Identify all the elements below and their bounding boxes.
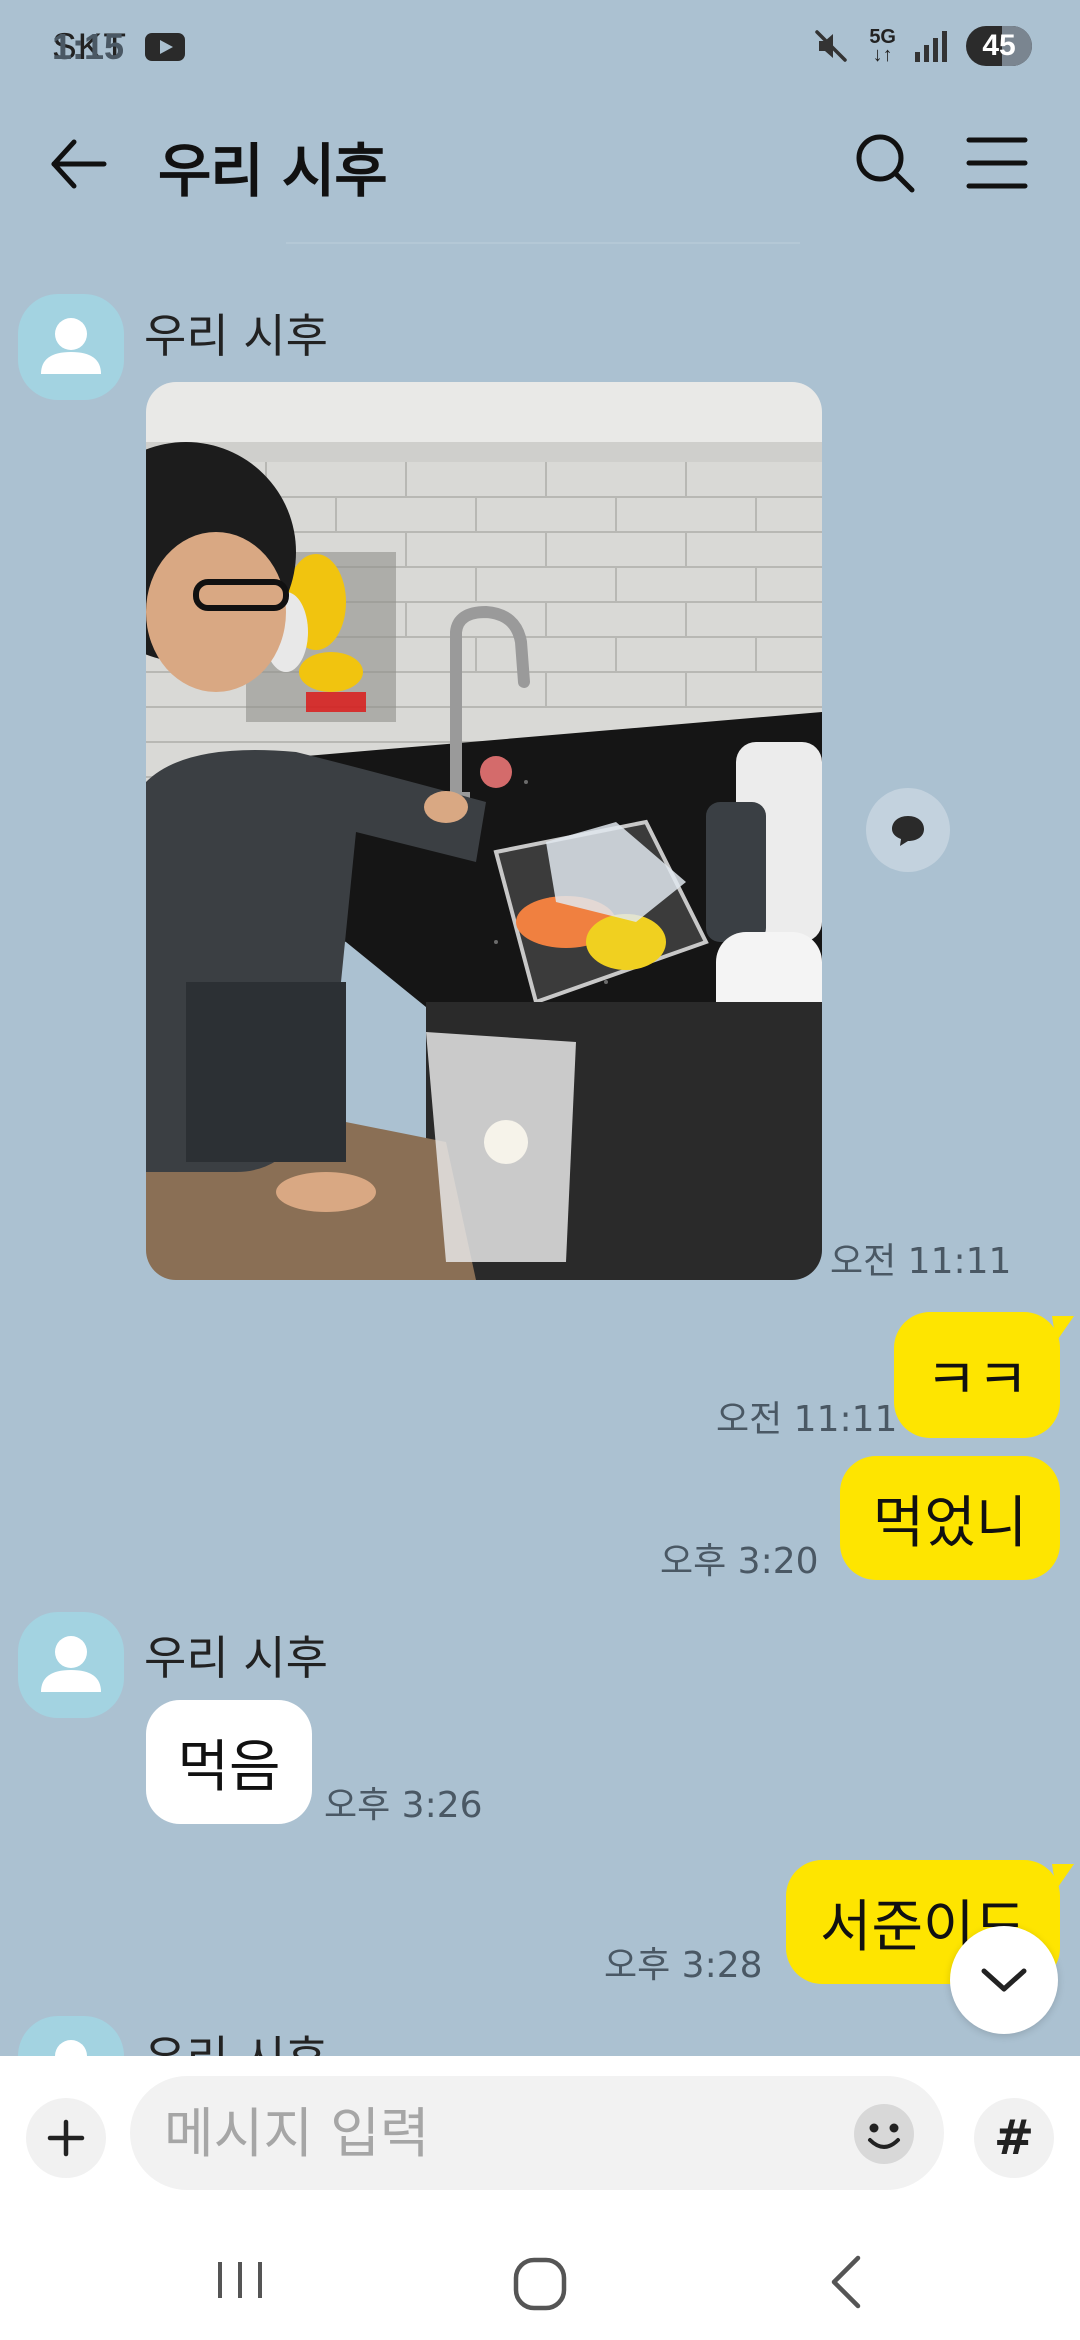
share-button[interactable] [866, 788, 950, 872]
shared-photo[interactable] [146, 382, 822, 1280]
emoji-icon[interactable] [850, 2100, 918, 2168]
menu-icon[interactable] [966, 134, 1028, 192]
message-time: 오후 3:20 [660, 1541, 819, 1582]
header-divider [286, 242, 800, 244]
message-time: 오후 3:28 [604, 1945, 763, 1986]
attach-button[interactable] [26, 2098, 106, 2178]
chevron-down-icon [981, 1968, 1027, 1992]
battery-level: 45 [982, 29, 1016, 62]
message-time: 오전 11:11 [830, 1241, 1012, 1282]
scroll-to-bottom-button[interactable] [950, 1926, 1058, 2034]
speech-bubble-icon [892, 816, 924, 846]
message-time: 오후 3:26 [324, 1785, 483, 1826]
message-input[interactable] [164, 2098, 844, 2168]
incoming-bubble[interactable]: 먹음 [146, 1700, 312, 1824]
bubble-tail [1052, 1316, 1074, 1342]
status-right: 5G ↓↑ 45 [811, 26, 1032, 66]
network-badge: 5G ↓↑ [869, 26, 896, 66]
home-icon[interactable] [510, 2254, 570, 2314]
chat-title: 우리 시후 [158, 137, 388, 205]
sender-name: 우리 시후 [144, 1631, 328, 1685]
signal-icon [915, 31, 947, 62]
outgoing-bubble[interactable]: 먹었니 [840, 1456, 1060, 1580]
hashtag-button[interactable]: # [974, 2098, 1054, 2178]
message-text: 먹음 [177, 1734, 281, 1800]
avatar[interactable] [18, 294, 124, 400]
back-arrow-icon[interactable] [46, 132, 110, 196]
bubble-tail [1052, 1864, 1074, 1890]
clock: 1:15 [52, 26, 125, 67]
mute-icon [815, 30, 848, 62]
avatar[interactable] [18, 1612, 124, 1718]
search-icon[interactable] [852, 130, 918, 196]
person-icon [41, 1636, 101, 1692]
plus-icon [47, 2119, 85, 2157]
chat-header: 우리 시후 [0, 100, 1080, 230]
network-label: 5G [869, 26, 896, 48]
hashtag-label: # [993, 2110, 1035, 2166]
outgoing-bubble[interactable]: ㅋㅋ [894, 1312, 1060, 1438]
back-icon[interactable] [818, 2252, 874, 2312]
person-icon [41, 318, 101, 374]
message-text: ㅋㅋ [925, 1347, 1029, 1413]
status-bar: SKT 1:15 5G ↓↑ 45 [0, 0, 1080, 100]
photo-image [146, 382, 822, 1280]
message-text: 먹었니 [872, 1490, 1028, 1556]
youtube-icon [144, 33, 185, 61]
message-input-bar: # [0, 2056, 1080, 2216]
message-time: 오전 11:11 [716, 1399, 898, 1440]
message-field[interactable] [130, 2076, 944, 2190]
status-left: SKT 1:15 [52, 26, 185, 68]
system-nav-bar [0, 2216, 1080, 2340]
battery-icon: 45 [966, 26, 1032, 66]
sender-name: 우리 시후 [144, 309, 328, 363]
recents-icon[interactable] [212, 2256, 268, 2304]
